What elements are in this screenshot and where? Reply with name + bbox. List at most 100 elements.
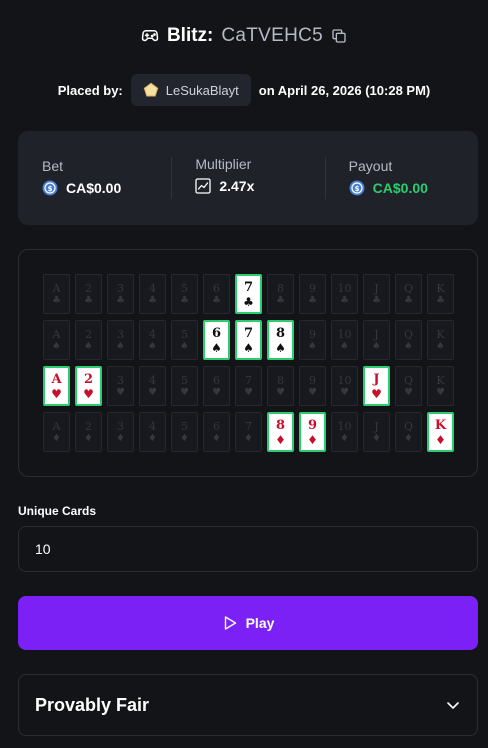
card-suit: ♥ [116,386,125,398]
card: J ♦ [363,412,390,452]
play-button[interactable]: Play [18,596,478,650]
unique-cards-input[interactable] [18,526,478,572]
card-suit: ♦ [52,432,61,444]
card-suit: ♣ [340,294,349,306]
card-suit: ♦ [275,432,286,447]
card-suit: ♣ [52,294,61,306]
chevron-down-icon[interactable] [445,697,461,713]
pentagon-badge-icon [143,82,159,98]
card-suit: ♥ [148,386,157,398]
payout-label: Payout [348,158,393,174]
card-suit: ♥ [371,386,382,401]
card-suit: ♣ [84,294,93,306]
card-rank: K [436,373,445,387]
game-name: Blitz: [166,25,214,46]
card-rank: J [374,419,379,433]
card-suit: ♥ [308,386,317,398]
card: Q ♥ [395,366,422,406]
unique-cards-label: Unique Cards [18,504,97,518]
card-suit: ♠ [372,340,381,352]
card: A ♠ [43,320,70,360]
card-rank: 9 [309,327,316,341]
card-rank: 7 [245,373,252,387]
card-rank: J [374,281,379,295]
placed-by-row: Placed by: LeSukaBlayt on April 26, 2026… [0,74,488,106]
card-rank: 5 [181,281,188,295]
card: 8 ♥ [267,366,294,406]
card-rank: 8 [277,373,284,387]
card-selected: A ♥ [43,366,70,406]
card-suit: ♦ [84,432,93,444]
card-suit: ♣ [372,294,381,306]
card-rank: 2 [85,419,92,433]
card-selected: 8 ♠ [267,320,294,360]
multiplier-stat: Multiplier 2.47x [171,131,324,225]
provably-fair-accordion[interactable]: Provably Fair [18,674,478,736]
card-rank: 9 [309,281,316,295]
card-suit: ♥ [212,386,221,398]
card-rank: 4 [149,327,156,341]
card-suit: ♥ [244,386,253,398]
card-rank: J [373,371,380,387]
card-rank: K [434,417,447,433]
card-rank: 2 [85,327,92,341]
card-rank: 8 [275,417,286,433]
card-selected: 7 ♣ [235,274,262,314]
card: 9 ♥ [299,366,326,406]
card-suit: ♦ [435,432,446,447]
card-suit: ♣ [148,294,157,306]
play-button-label: Play [245,615,275,631]
card: 3 ♦ [107,412,134,452]
card-rank: 8 [277,281,284,295]
card: 4 ♥ [139,366,166,406]
play-icon [222,615,238,631]
card-rank: 10 [337,419,352,433]
card-suit: ♦ [212,432,221,444]
card-suit: ♣ [116,294,125,306]
provably-fair-title: Provably Fair [35,694,150,715]
card: 3 ♣ [107,274,134,314]
card-suit: ♣ [308,294,317,306]
card-selected: 8 ♦ [267,412,294,452]
bet-value: CA$0.00 [66,180,122,196]
stats-panel: Bet $ CA$0.00 Multiplier 2.47x Payout $ … [18,131,478,225]
copy-icon[interactable] [331,28,347,44]
card-rank: 3 [117,281,124,295]
card-rank: 3 [117,419,124,433]
card: 6 ♦ [203,412,230,452]
card-rank: 6 [213,281,220,295]
card-suit: ♥ [404,386,413,398]
multiplier-label: Multiplier [195,156,252,172]
card-selected: 7 ♠ [235,320,262,360]
card-suit: ♦ [116,432,125,444]
card-rank: 7 [245,419,252,433]
card-suit: ♥ [51,386,62,401]
card-suit: ♠ [211,340,222,355]
card-rank: 10 [337,281,352,295]
card-rank: A [52,281,61,295]
card-suit: ♦ [340,432,349,444]
card: 4 ♣ [139,274,166,314]
card: 4 ♠ [139,320,166,360]
card-rank: 5 [181,327,188,341]
currency-coin-icon: $ [349,180,365,196]
card-suit: ♦ [148,432,157,444]
gamepad-icon [141,27,159,45]
payout-value: CA$0.00 [372,180,428,196]
card-suit: ♠ [52,340,61,352]
card: A ♣ [43,274,70,314]
card: 6 ♥ [203,366,230,406]
card: K ♠ [427,320,454,360]
bet-header: Blitz: CaTVEHC5 [0,22,488,50]
card-suit: ♠ [340,340,349,352]
user-chip[interactable]: LeSukaBlayt [130,74,251,106]
placed-by-label: Placed by: [57,82,123,98]
card-rank: A [51,371,62,387]
card-rank: 2 [83,371,94,387]
card-rank: 3 [117,373,124,387]
card-suit: ♠ [84,340,93,352]
card-rank: 7 [243,325,254,341]
card: 3 ♥ [107,366,134,406]
card-rank: A [52,419,61,433]
card: K ♥ [427,366,454,406]
